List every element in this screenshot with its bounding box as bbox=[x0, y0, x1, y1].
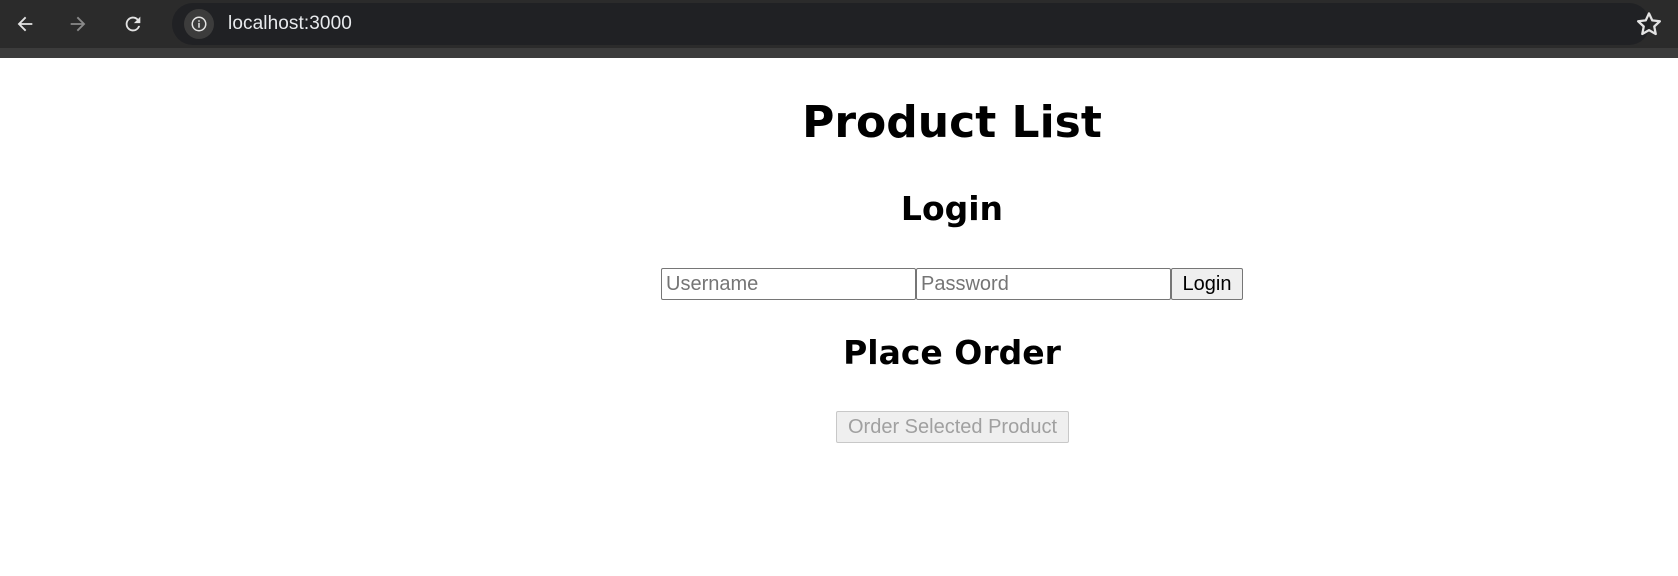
arrow-right-icon bbox=[70, 16, 86, 32]
page-title: Product List bbox=[802, 97, 1102, 148]
back-button[interactable] bbox=[7, 6, 43, 42]
login-button[interactable]: Login bbox=[1171, 268, 1243, 300]
toolbar-divider bbox=[0, 48, 1678, 58]
login-form: Login bbox=[661, 268, 1243, 300]
site-info-button[interactable] bbox=[184, 9, 214, 39]
password-input[interactable] bbox=[916, 268, 1171, 300]
address-bar[interactable]: localhost:3000 bbox=[172, 3, 1650, 45]
reload-icon bbox=[125, 16, 141, 32]
order-selected-product-button[interactable]: Order Selected Product bbox=[836, 411, 1069, 443]
browser-chrome: localhost:3000 bbox=[0, 0, 1678, 58]
username-input[interactable] bbox=[661, 268, 916, 300]
info-icon bbox=[191, 16, 207, 32]
url-text[interactable]: localhost:3000 bbox=[228, 13, 352, 35]
arrow-left-icon bbox=[17, 16, 33, 32]
place-order-heading: Place Order bbox=[843, 333, 1061, 372]
forward-button[interactable] bbox=[60, 6, 96, 42]
browser-toolbar: localhost:3000 bbox=[0, 0, 1678, 48]
page-content: Product List Login Login Place Order Ord… bbox=[0, 58, 1678, 576]
reload-button[interactable] bbox=[115, 6, 151, 42]
star-icon[interactable] bbox=[1634, 9, 1664, 39]
login-heading: Login bbox=[900, 189, 1004, 228]
